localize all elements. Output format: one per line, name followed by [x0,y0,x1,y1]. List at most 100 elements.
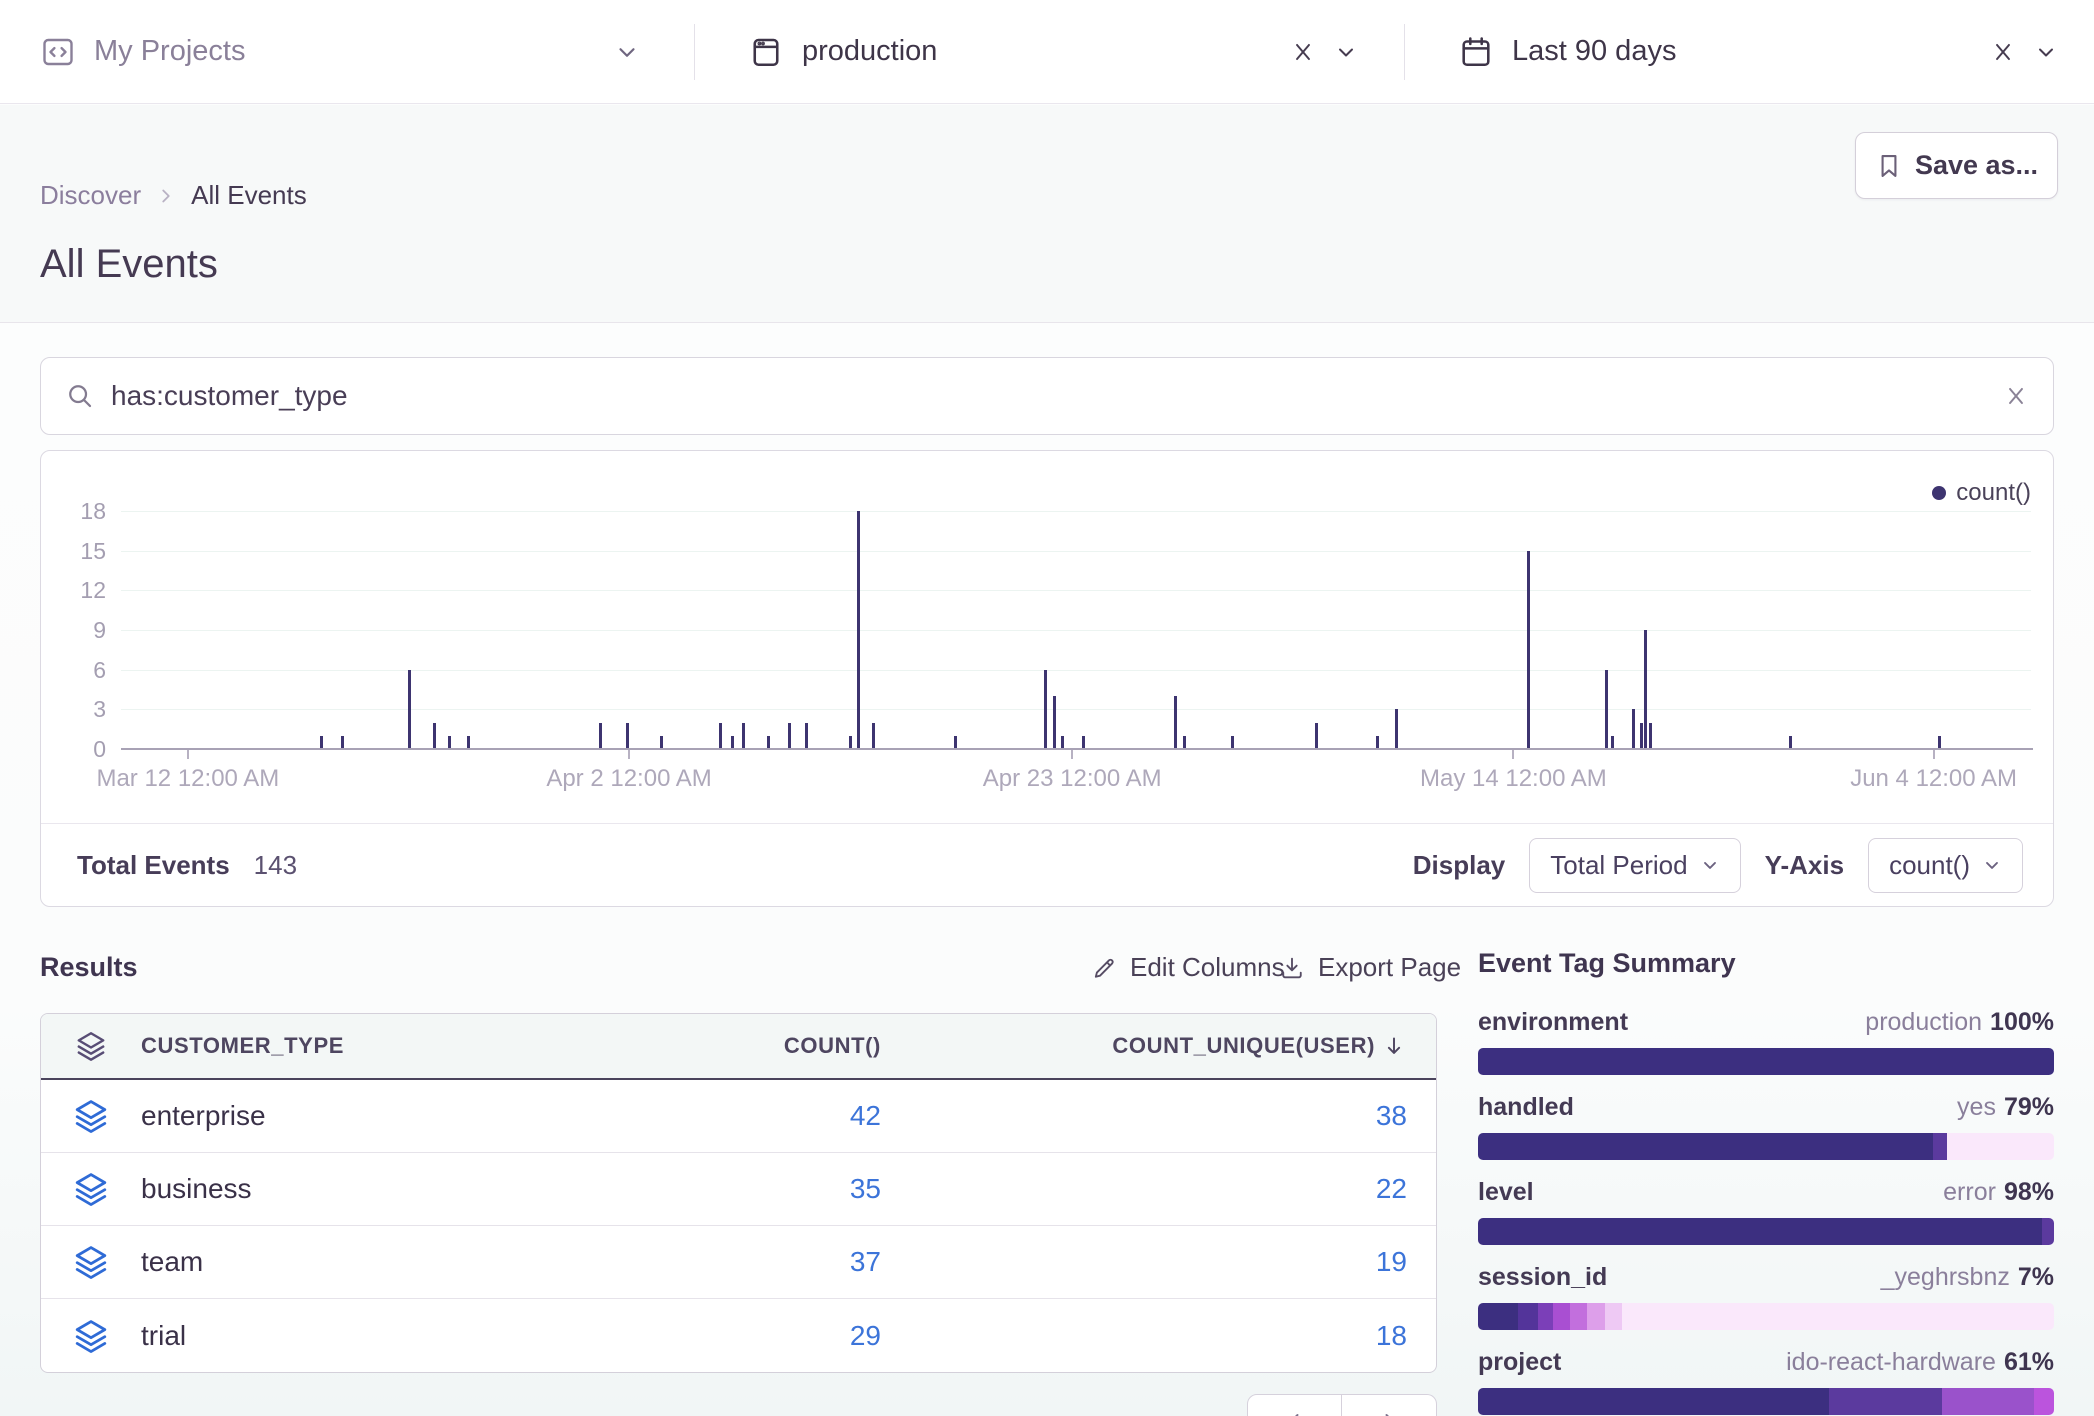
count-cell-link[interactable]: 42 [701,1100,881,1132]
y-axis-tick-label: 6 [41,657,106,684]
search-input[interactable] [111,380,1987,412]
tag-top-value: yes79% [1957,1093,2054,1122]
tag-bar-segment[interactable] [1538,1303,1552,1330]
y-axis-tick-label: 0 [41,736,106,763]
tag-bar-segment[interactable] [2034,1388,2054,1415]
tag-bar-segment[interactable] [1829,1388,1941,1415]
chart-bar [1315,723,1318,749]
tag-bar-segment[interactable] [1587,1303,1604,1330]
y-axis-tick-label: 15 [41,538,106,565]
display-dropdown[interactable]: Total Period [1529,838,1740,893]
tag-bar-segment[interactable] [1478,1133,1933,1160]
legend-label: count() [1956,479,2031,507]
table-row[interactable]: enterprise4238 [41,1080,1436,1153]
tag-bar-segment[interactable] [1478,1388,1829,1415]
tag-name: session_id [1478,1263,1607,1292]
tag-name: level [1478,1178,1534,1207]
count-unique-cell-link[interactable]: 38 [881,1100,1407,1132]
count-cell-link[interactable]: 35 [701,1173,881,1205]
pencil-icon [1090,954,1118,982]
chart-bar [805,723,808,749]
breadcrumb: Discover All Events [40,180,307,211]
x-axis-tick [1512,750,1514,759]
search-bar [40,357,2054,435]
export-page-button[interactable]: Export Page [1278,952,1461,983]
save-as-button[interactable]: Save as... [1855,132,2058,199]
project-selector[interactable]: My Projects [40,0,640,103]
y-axis-dropdown[interactable]: count() [1868,838,2023,893]
chart-legend: count() [1932,479,2031,507]
chart-bar [1649,723,1652,749]
tag-group-environment: environmentproduction100% [1478,1008,2054,1037]
results-table: CUSTOMER_TYPE COUNT() COUNT_UNIQUE(USER)… [40,1013,1437,1373]
chevron-right-icon [155,185,177,207]
download-icon [1278,954,1306,982]
pagination-next-button[interactable] [1342,1394,1437,1416]
tag-bar-segment[interactable] [1478,1218,2042,1245]
stack-icon [41,1319,141,1353]
count-unique-cell-link[interactable]: 22 [881,1173,1407,1205]
chart-bar [1527,551,1530,749]
column-header-count-unique[interactable]: COUNT_UNIQUE(USER) [881,1033,1407,1059]
tag-distribution-bar[interactable] [1478,1388,2054,1415]
tag-distribution-bar[interactable] [1478,1218,2054,1245]
tag-distribution-bar[interactable] [1478,1048,2054,1075]
save-as-label: Save as... [1915,150,2038,181]
search-icon [65,381,95,411]
chart-bar [1395,709,1398,749]
tag-group-handled: handledyes79% [1478,1093,2054,1122]
chevron-down-icon[interactable] [2034,40,2058,64]
y-axis-tick-label: 18 [41,498,106,525]
chart-bar [408,670,411,749]
tag-distribution-bar[interactable] [1478,1303,2054,1330]
clear-date-icon[interactable] [1990,39,2016,65]
export-page-label: Export Page [1318,952,1461,983]
count-cell-link[interactable]: 37 [701,1246,881,1278]
column-header-count[interactable]: COUNT() [701,1033,881,1059]
discover-page: My Projects production Last 9 [0,0,2094,1416]
tag-bar-segment[interactable] [1478,1048,2054,1075]
stack-icon [41,1245,141,1279]
display-label: Display [1413,850,1506,881]
x-axis-tick [628,750,630,759]
column-header-customer-type[interactable]: CUSTOMER_TYPE [141,1033,701,1059]
customer-type-cell: team [141,1246,701,1278]
total-events-value: 143 [254,850,297,881]
table-row[interactable]: business3522 [41,1153,1436,1226]
clear-environment-icon[interactable] [1290,39,1316,65]
y-axis-tick-label: 12 [41,577,106,604]
count-unique-cell-link[interactable]: 18 [881,1320,1407,1352]
tag-bar-segment[interactable] [1518,1303,1538,1330]
stack-icon [41,1031,141,1061]
tag-top-value: ido-react-hardware61% [1786,1348,2054,1377]
count-cell-link[interactable]: 29 [701,1320,881,1352]
edit-columns-button[interactable]: Edit Columns [1090,952,1285,983]
chart-bar [788,723,791,749]
table-row[interactable]: trial2918 [41,1299,1436,1372]
tag-bar-segment[interactable] [1553,1303,1570,1330]
tag-bar-segment[interactable] [1933,1133,1947,1160]
tag-bar-segment[interactable] [1570,1303,1587,1330]
clear-search-icon[interactable] [2003,383,2029,409]
results-table-body: enterprise4238business3522team3719trial2… [41,1080,1436,1372]
table-row[interactable]: team3719 [41,1226,1436,1299]
y-axis-tick-label: 9 [41,617,106,644]
customer-type-cell: enterprise [141,1100,701,1132]
tag-distribution-bar[interactable] [1478,1133,2054,1160]
date-filter[interactable]: Last 90 days [1458,0,2058,103]
tag-bar-segment[interactable] [1478,1303,1518,1330]
table-header-row: CUSTOMER_TYPE COUNT() COUNT_UNIQUE(USER) [41,1014,1436,1080]
window-icon [748,34,784,70]
count-unique-cell-link[interactable]: 19 [881,1246,1407,1278]
chart-bar [857,511,860,749]
topbar-divider [694,24,695,80]
chart-bar [626,723,629,749]
environment-filter[interactable]: production [748,0,1358,103]
breadcrumb-discover-link[interactable]: Discover [40,180,141,211]
tag-bar-segment[interactable] [1942,1388,2034,1415]
chevron-down-icon[interactable] [1334,40,1358,64]
tag-bar-segment[interactable] [1605,1303,1622,1330]
pagination-prev-button[interactable] [1247,1394,1342,1416]
tag-bar-segment[interactable] [2042,1218,2054,1245]
stack-icon [41,1172,141,1206]
